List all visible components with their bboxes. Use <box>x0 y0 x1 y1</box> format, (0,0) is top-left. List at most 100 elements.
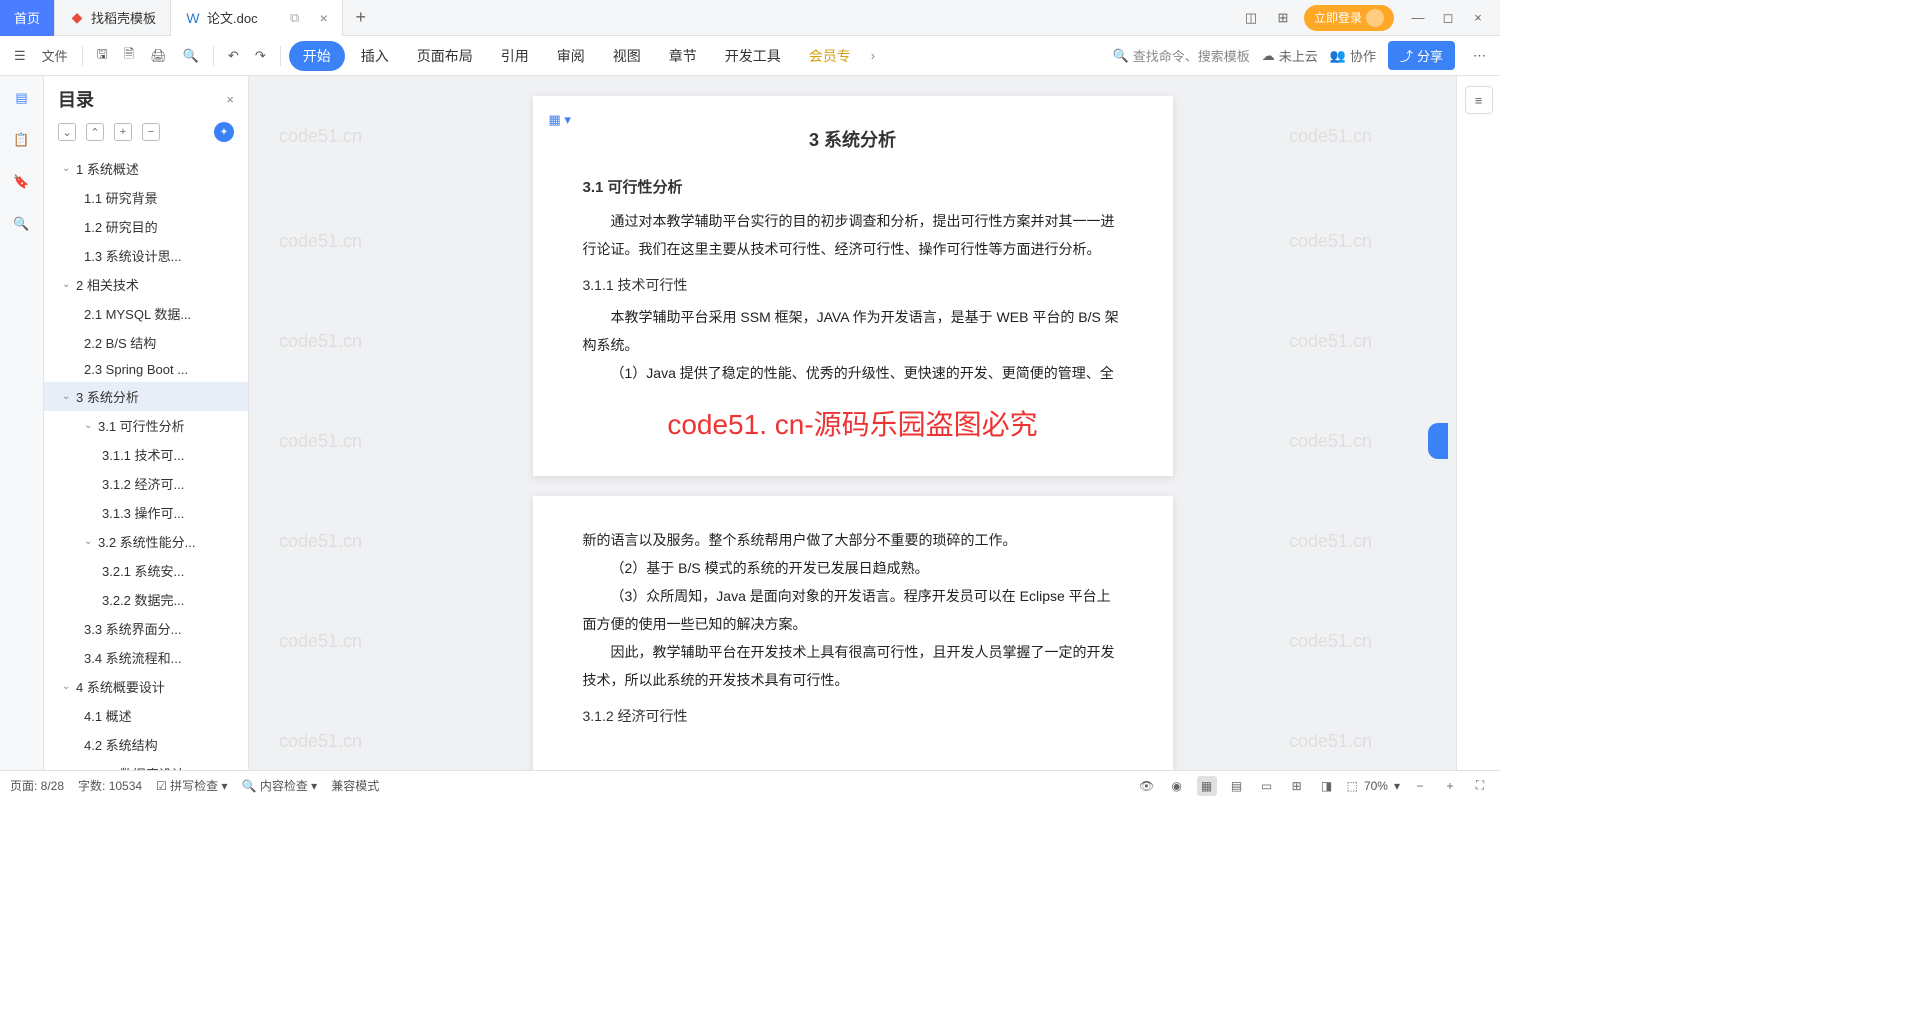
toc-item[interactable]: 3.1.1 技术可... <box>44 440 248 469</box>
toc-item[interactable]: ⌄4.3 数据库设计 <box>44 759 248 770</box>
tab-document[interactable]: W 论文.doc ⧉ × <box>171 0 343 36</box>
tab-home[interactable]: 首页 <box>0 0 55 36</box>
heading-2: 3 系统分析 <box>583 126 1123 152</box>
toc-item[interactable]: 3.1.3 操作可... <box>44 498 248 527</box>
nav-icon[interactable]: ◉ <box>1167 776 1187 796</box>
page-view-icon[interactable]: ▦ <box>1197 776 1217 796</box>
collab-button[interactable]: 👥协作 <box>1330 46 1376 65</box>
menu-more-icon[interactable]: › <box>867 48 879 63</box>
toc-item[interactable]: 3.3 系统界面分... <box>44 614 248 643</box>
word-count[interactable]: 字数: 10534 <box>78 777 142 794</box>
outline-icon[interactable]: ▤ <box>10 86 34 110</box>
content-check[interactable]: 🔍 内容检查 ▾ <box>242 777 318 794</box>
side-handle[interactable] <box>1428 423 1448 459</box>
close-button[interactable]: × <box>1464 7 1492 29</box>
web-view-icon[interactable]: ▭ <box>1257 776 1277 796</box>
collapse-all-icon[interactable]: ⌄ <box>58 123 76 141</box>
ai-icon[interactable]: ✦ <box>214 122 234 142</box>
toc-item[interactable]: ⌄3 系统分析 <box>44 382 248 411</box>
menu-insert[interactable]: 插入 <box>349 40 401 72</box>
panel-toggle-icon[interactable]: ≡ <box>1465 86 1493 114</box>
save-icon[interactable]: 🖫 <box>91 41 114 71</box>
menu-start[interactable]: 开始 <box>289 41 345 71</box>
preview-icon[interactable]: 🔍 <box>177 44 205 68</box>
cloud-status[interactable]: ☁未上云 <box>1262 46 1318 65</box>
apps-icon[interactable]: ⊞ <box>1272 7 1294 29</box>
toc-item[interactable]: 3.2.2 数据完... <box>44 585 248 614</box>
ruler-icon[interactable]: ◨ <box>1317 776 1337 796</box>
toc-item[interactable]: ⌄2 相关技术 <box>44 270 248 299</box>
toc-title: 目录 <box>58 86 94 112</box>
paragraph: 新的语言以及服务。整个系统帮用户做了大部分不重要的琐碎的工作。 <box>583 526 1123 554</box>
menu-icon[interactable]: ☰ <box>8 44 32 68</box>
spell-check[interactable]: ☑ 拼写检查 ▾ <box>156 777 227 794</box>
paragraph: 本教学辅助平台采用 SSM 框架，JAVA 作为开发语言，是基于 WEB 平台的… <box>583 303 1123 359</box>
collab-icon: 👥 <box>1330 48 1346 64</box>
toc-item[interactable]: 2.1 MYSQL 数据... <box>44 299 248 328</box>
read-mode-icon[interactable]: 👁 <box>1137 776 1157 796</box>
toc-item[interactable]: 3.1.2 经济可... <box>44 469 248 498</box>
zoom-in-icon[interactable]: + <box>1440 776 1460 796</box>
fullscreen-icon[interactable]: ⛶ <box>1470 776 1490 796</box>
search-input[interactable]: 🔍查找命令、搜索模板 <box>1113 46 1250 65</box>
zoom-out-icon[interactable]: − <box>1410 776 1430 796</box>
page-marker-icon[interactable]: ▦ ▾ <box>549 112 571 128</box>
login-button[interactable]: 立即登录 <box>1304 5 1394 31</box>
menu-view[interactable]: 视图 <box>601 40 653 72</box>
add-icon[interactable]: + <box>114 123 132 141</box>
grid-icon[interactable]: ⊞ <box>1287 776 1307 796</box>
layout-icon[interactable]: ◫ <box>1240 7 1262 29</box>
clipboard-icon[interactable]: 📋 <box>10 128 34 152</box>
toc-item[interactable]: 2.2 B/S 结构 <box>44 328 248 357</box>
toc-item[interactable]: 1.3 系统设计思... <box>44 241 248 270</box>
menu-review[interactable]: 审阅 <box>545 40 597 72</box>
compat-mode[interactable]: 兼容模式 <box>331 777 379 794</box>
expand-all-icon[interactable]: ⌃ <box>86 123 104 141</box>
toc-item[interactable]: 2.3 Spring Boot ... <box>44 357 248 382</box>
watermark-gray: code51.cn <box>279 126 362 147</box>
menu-page-layout[interactable]: 页面布局 <box>405 40 485 72</box>
toc-item[interactable]: 3.4 系统流程和... <box>44 643 248 672</box>
document-viewport[interactable]: code51.cn code51.cn code51.cn code51.cn code… <box>249 76 1456 770</box>
zoom-fit-icon[interactable]: ⬚ <box>1347 779 1358 793</box>
remove-icon[interactable]: − <box>142 123 160 141</box>
tab-window-icon[interactable]: ⧉ <box>284 7 306 29</box>
toc-item[interactable]: 1.2 研究目的 <box>44 212 248 241</box>
more-icon[interactable]: ⋯ <box>1467 44 1492 68</box>
undo-icon[interactable]: ↶ <box>222 44 245 68</box>
bookmark-icon[interactable]: 🔖 <box>10 170 34 194</box>
watermark-gray: code51.cn <box>279 331 362 352</box>
toc-item[interactable]: ⌄3.2 系统性能分... <box>44 527 248 556</box>
toc-item[interactable]: 1.1 研究背景 <box>44 183 248 212</box>
zoom-control[interactable]: ⬚ 70% ▾ <box>1347 779 1400 793</box>
heading-3: 3.1 可行性分析 <box>583 176 1123 197</box>
share-button[interactable]: ⤴分享 <box>1388 41 1455 70</box>
file-menu[interactable]: 文件 <box>36 42 74 69</box>
tab-close-icon[interactable]: × <box>320 10 328 26</box>
toc-item[interactable]: 4.1 概述 <box>44 701 248 730</box>
maximize-button[interactable]: ◻ <box>1434 7 1462 29</box>
page-indicator[interactable]: 页面: 8/28 <box>10 777 64 794</box>
find-icon[interactable]: 🔍 <box>10 212 34 236</box>
toc-item[interactable]: 4.2 系统结构 <box>44 730 248 759</box>
menu-devtools[interactable]: 开发工具 <box>713 40 793 72</box>
toc-item[interactable]: ⌄3.1 可行性分析 <box>44 411 248 440</box>
toc-item[interactable]: ⌄4 系统概要设计 <box>44 672 248 701</box>
watermark-gray: code51.cn <box>1289 731 1372 752</box>
toc-item[interactable]: 3.2.1 系统安... <box>44 556 248 585</box>
tab-add-button[interactable]: + <box>343 7 379 28</box>
redo-icon[interactable]: ↷ <box>249 44 272 68</box>
menu-chapter[interactable]: 章节 <box>657 40 709 72</box>
watermark-gray: code51.cn <box>1289 531 1372 552</box>
menu-vip[interactable]: 会员专 <box>797 40 863 72</box>
save-as-icon[interactable]: 🗎 <box>118 41 140 71</box>
watermark-gray: code51.cn <box>1289 431 1372 452</box>
tab-template[interactable]: ◆找稻壳模板 <box>55 0 171 36</box>
paragraph: （3）众所周知，Java 是面向对象的开发语言。程序开发员可以在 Eclipse… <box>583 582 1123 638</box>
toc-item[interactable]: ⌄1 系统概述 <box>44 154 248 183</box>
toc-close-icon[interactable]: × <box>226 92 234 107</box>
print-icon[interactable]: 🖨 <box>144 44 173 68</box>
outline-view-icon[interactable]: ▤ <box>1227 776 1247 796</box>
menu-reference[interactable]: 引用 <box>489 40 541 72</box>
minimize-button[interactable]: — <box>1404 7 1432 29</box>
